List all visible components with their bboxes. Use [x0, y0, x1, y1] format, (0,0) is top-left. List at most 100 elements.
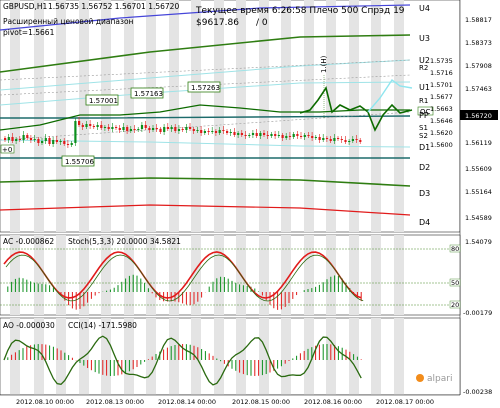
stoch-level-20: 20 — [451, 301, 459, 309]
session-band — [349, 235, 359, 315]
candle-body — [44, 138, 47, 141]
quotes-label: 1.56735 1.56752 1.56701 1.56720 — [48, 2, 179, 11]
candle-body — [270, 134, 273, 136]
candle-body — [333, 138, 336, 141]
indicator-label: Расширенный ценовой диапазон — [3, 17, 134, 26]
session-band — [146, 0, 156, 232]
session-band — [124, 235, 134, 315]
session-band — [146, 235, 156, 315]
candle-body — [15, 139, 18, 141]
candle-body — [196, 130, 199, 131]
candle-body — [18, 139, 21, 140]
session-band — [101, 0, 111, 232]
price-panel[interactable]: GBPUSD,H1 1.56735 1.56752 1.56701 1.5672… — [0, 0, 461, 233]
svg-text:1.57163: 1.57163 — [134, 90, 163, 98]
candle-body — [255, 133, 258, 136]
candle-body — [11, 137, 14, 141]
candle-body — [96, 125, 99, 127]
time-label: 2012.08.17 00:00 — [376, 398, 434, 406]
candle-body — [303, 135, 306, 137]
level-D4: D4 — [419, 218, 430, 227]
candle-body — [166, 127, 169, 129]
candle-body — [203, 131, 206, 133]
price-axis[interactable]: 1.58817 1.58373 1.57908 1.57463 1.56119 … — [459, 0, 500, 408]
candle-body — [26, 135, 29, 138]
candle-body — [59, 141, 62, 142]
candle-body — [89, 124, 92, 126]
candle-body — [74, 121, 77, 143]
price-box-4: 1.55706 — [61, 155, 94, 167]
ac-label: AC -0.000862 — [3, 237, 54, 246]
candle-body — [111, 127, 114, 129]
candle-body — [55, 140, 58, 142]
price-tick: 1.56119 — [465, 139, 492, 147]
time-axis[interactable]: 2012.08.10 00:00 2012.08.13 00:00 2012.08.… — [0, 394, 500, 408]
time-label: 2012.08.16 00:00 — [304, 398, 362, 406]
price-tick: 1.55609 — [465, 165, 492, 173]
candle-body — [70, 143, 73, 145]
session-band — [371, 235, 381, 315]
candle-body — [274, 134, 277, 136]
session-band — [101, 235, 111, 315]
candle-body — [133, 129, 136, 130]
candle-body — [192, 129, 195, 131]
candle-body — [7, 137, 10, 140]
ao-cci-panel[interactable]: AO -0.000030 CCI(14) -171.5980 -0.00238 … — [0, 317, 492, 396]
session-band — [124, 0, 134, 232]
candle-body — [174, 127, 177, 131]
candle-body — [137, 129, 140, 130]
price-tick: 1.57463 — [465, 85, 492, 93]
candle-body — [29, 138, 33, 140]
candle-body — [144, 125, 147, 128]
time-label: 2012.08.15 00:00 — [232, 398, 290, 406]
level-D2: D2 — [419, 163, 430, 172]
candle-body — [189, 127, 192, 129]
candle-body — [300, 136, 303, 137]
level-labels: U4 U3 U2 U1 R2 R1 PP S1 S2 D1 D2 D3 D4 — [419, 4, 430, 227]
candle-body — [78, 121, 81, 125]
ao-min-value: -0.00238 — [463, 388, 492, 396]
svg-text:1.5701: 1.5701 — [430, 81, 453, 89]
price-tick: 1.58373 — [465, 39, 492, 47]
candle-body — [63, 141, 66, 144]
svg-text:1.57263: 1.57263 — [191, 84, 220, 92]
level-D1: D1 — [419, 143, 430, 152]
session-band — [371, 318, 381, 395]
candle-body — [222, 130, 225, 131]
level-R1: R1 — [419, 97, 428, 105]
ac-stoch-panel[interactable]: AC -0.000862 Stoch(5,3,3) 20.0000 34.582… — [0, 234, 492, 317]
balance-label: $9617.86 — [196, 18, 239, 28]
price-box-2: 1.57163 — [130, 87, 164, 99]
session-band — [191, 0, 201, 232]
svg-text:1.55706: 1.55706 — [65, 158, 94, 166]
session-band — [304, 235, 314, 315]
candle-body — [181, 129, 184, 130]
candle-body — [140, 125, 144, 129]
session-band — [169, 0, 179, 232]
candle-body — [351, 139, 354, 141]
candle-body — [307, 135, 310, 136]
candle-body — [318, 137, 321, 140]
candle-body — [285, 136, 288, 138]
candle-body — [233, 132, 236, 135]
level-U1: U1 — [419, 83, 430, 92]
session-band — [169, 235, 179, 315]
candle-body — [348, 141, 351, 142]
time-label: 2012.08.10 00:00 — [16, 398, 74, 406]
candle-body — [107, 127, 110, 129]
candle-body — [41, 141, 44, 143]
session-band — [236, 0, 246, 232]
svg-text:1.5600: 1.5600 — [430, 141, 453, 149]
candle-body — [259, 133, 262, 136]
candle-body — [296, 134, 299, 136]
candle-body — [163, 127, 166, 132]
price-box-1: 1.57001 — [85, 94, 119, 106]
session-band — [281, 318, 291, 395]
svg-text:alpari: alpari — [427, 374, 452, 384]
stoch-level-50: 50 — [451, 279, 459, 287]
price-tick: 1.58817 — [465, 16, 492, 24]
candle-body — [100, 125, 103, 128]
high-tag: 1.(H) — [320, 55, 328, 73]
candle-body — [170, 127, 173, 129]
trading-chart[interactable]: GBPUSD,H1 1.56735 1.56752 1.56701 1.5672… — [0, 0, 500, 408]
